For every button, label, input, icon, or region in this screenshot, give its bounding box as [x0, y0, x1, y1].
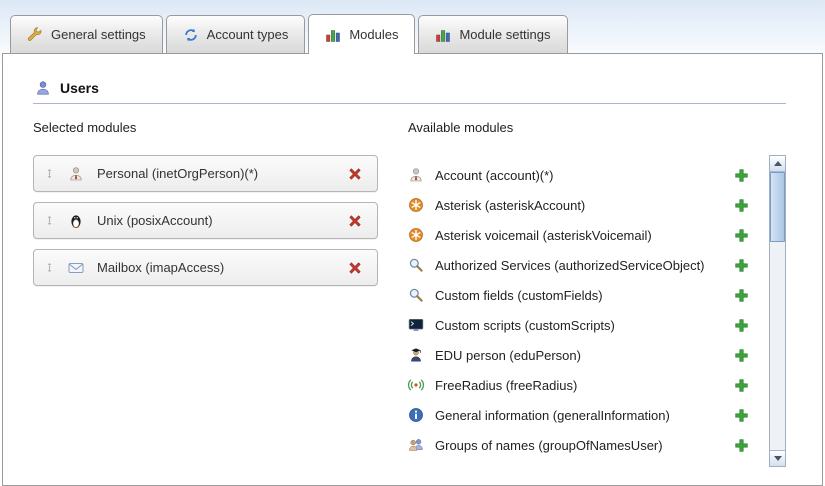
selected-module-label: Personal (inetOrgPerson)(*)	[97, 166, 258, 181]
selected-modules-heading: Selected modules	[33, 120, 378, 135]
available-module-label: Custom fields (customFields)	[435, 288, 603, 303]
tab-modules[interactable]: Modules	[308, 14, 415, 54]
magnifier-icon	[408, 287, 424, 303]
selected-module-item[interactable]: Mailbox (imapAccess)	[33, 249, 378, 286]
add-module-icon[interactable]	[734, 318, 749, 333]
add-module-icon[interactable]	[734, 288, 749, 303]
content-panel: Users Selected modules Personal (inetOrg…	[2, 53, 823, 486]
remove-module-icon[interactable]	[347, 166, 363, 182]
add-module-icon[interactable]	[734, 408, 749, 423]
mailbox-icon	[68, 260, 84, 276]
tab-account-types[interactable]: Account types	[166, 15, 306, 53]
available-module-item: Account (account)(*)	[408, 160, 765, 190]
available-module-item: FreeRadius (freeRadius)	[408, 370, 765, 400]
asterisk-icon	[408, 197, 424, 213]
tab-label: Account types	[207, 27, 289, 42]
available-modules-column: Available modules Account (account)(*) As…	[408, 120, 786, 467]
asterisk-icon	[408, 227, 424, 243]
modules-icon	[325, 27, 341, 43]
available-module-label: Custom scripts (customScripts)	[435, 318, 615, 333]
tab-label: Module settings	[459, 27, 550, 42]
available-module-label: General information (generalInformation)	[435, 408, 670, 423]
available-module-label: EDU person (eduPerson)	[435, 348, 581, 363]
section-title: Users	[60, 80, 99, 96]
remove-module-icon[interactable]	[347, 213, 363, 229]
add-module-icon[interactable]	[734, 198, 749, 213]
terminal-icon	[408, 317, 424, 333]
drag-handle-icon[interactable]	[44, 213, 55, 228]
scrollbar-up-button[interactable]	[770, 156, 785, 172]
group-icon	[408, 437, 424, 453]
magnifier-icon	[408, 257, 424, 273]
personal-icon	[68, 166, 84, 182]
scrollbar-thumb[interactable]	[770, 172, 785, 242]
add-module-icon[interactable]	[734, 258, 749, 273]
selected-module-label: Unix (posixAccount)	[97, 213, 213, 228]
selected-modules-list: Personal (inetOrgPerson)(*) Unix (posixAc…	[33, 155, 378, 286]
section-header: Users	[35, 80, 786, 96]
available-module-label: Account (account)(*)	[435, 168, 554, 183]
available-modules-list: Account (account)(*) Asterisk (asteriskAc…	[408, 155, 765, 460]
add-module-icon[interactable]	[734, 168, 749, 183]
available-module-label: FreeRadius (freeRadius)	[435, 378, 577, 393]
module-settings-icon	[435, 27, 451, 43]
selected-modules-column: Selected modules Personal (inetOrgPerson…	[33, 120, 378, 467]
scrollbar-down-button[interactable]	[770, 450, 785, 466]
available-module-item: Custom scripts (customScripts)	[408, 310, 765, 340]
available-module-item: Authorized Services (authorizedServiceOb…	[408, 250, 765, 280]
tab-label: Modules	[349, 27, 398, 42]
available-modules-heading: Available modules	[408, 120, 786, 135]
arrow-down-icon	[774, 456, 782, 461]
available-module-item: EDU person (eduPerson)	[408, 340, 765, 370]
tab-label: General settings	[51, 27, 146, 42]
available-module-item: General information (generalInformation)	[408, 400, 765, 430]
available-module-item: Custom fields (customFields)	[408, 280, 765, 310]
available-modules-area: Account (account)(*) Asterisk (asteriskAc…	[408, 155, 786, 467]
add-module-icon[interactable]	[734, 348, 749, 363]
section-divider	[33, 103, 786, 104]
available-module-label: Groups of names (groupOfNamesUser)	[435, 438, 663, 453]
selected-module-item[interactable]: Personal (inetOrgPerson)(*)	[33, 155, 378, 192]
wrench-icon	[27, 27, 43, 43]
available-module-item: Groups of names (groupOfNamesUser)	[408, 430, 765, 460]
available-module-label: Authorized Services (authorizedServiceOb…	[435, 258, 705, 273]
arrow-up-icon	[774, 161, 782, 166]
selected-module-label: Mailbox (imapAccess)	[97, 260, 224, 275]
radio-icon	[408, 377, 424, 393]
remove-module-icon[interactable]	[347, 260, 363, 276]
selected-module-item[interactable]: Unix (posixAccount)	[33, 202, 378, 239]
available-module-item: Asterisk (asteriskAccount)	[408, 190, 765, 220]
account-icon	[408, 167, 424, 183]
modules-columns: Selected modules Personal (inetOrgPerson…	[33, 120, 786, 467]
drag-handle-icon[interactable]	[44, 260, 55, 275]
available-module-label: Asterisk (asteriskAccount)	[435, 198, 585, 213]
info-icon	[408, 407, 424, 423]
drag-handle-icon[interactable]	[44, 166, 55, 181]
add-module-icon[interactable]	[734, 378, 749, 393]
scrollbar-track[interactable]	[770, 172, 785, 450]
tab-bar: General settings Account types Modules Modu…	[0, 0, 825, 53]
account-types-icon	[183, 27, 199, 43]
add-module-icon[interactable]	[734, 438, 749, 453]
available-module-label: Asterisk voicemail (asteriskVoicemail)	[435, 228, 652, 243]
available-module-item: Asterisk voicemail (asteriskVoicemail)	[408, 220, 765, 250]
tab-general-settings[interactable]: General settings	[10, 15, 163, 53]
add-module-icon[interactable]	[734, 228, 749, 243]
penguin-icon	[68, 213, 84, 229]
scrollbar[interactable]	[769, 155, 786, 467]
tab-module-settings[interactable]: Module settings	[418, 15, 567, 53]
edu-person-icon	[408, 347, 424, 363]
users-icon	[35, 80, 51, 96]
